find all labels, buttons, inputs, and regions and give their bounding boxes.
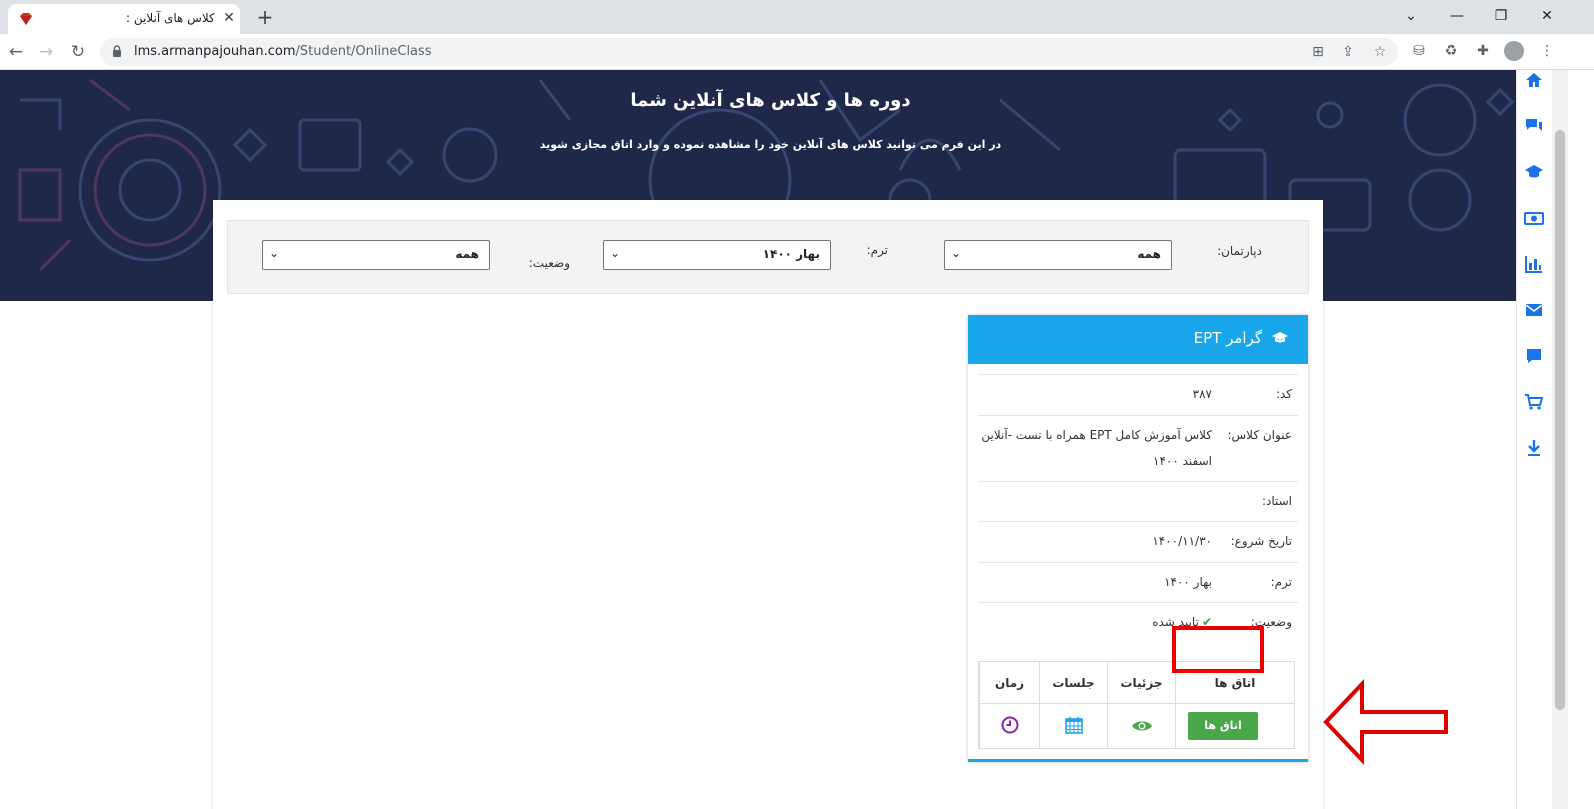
cart-icon[interactable] — [1524, 392, 1544, 412]
sessions-column: جلسات — [1039, 662, 1107, 748]
reload-button[interactable]: ↻ — [66, 40, 90, 64]
time-column: زمان — [979, 662, 1039, 748]
details-column: جزئیات — [1107, 662, 1175, 748]
address-bar[interactable]: lms.armanpajouhan.com/Student/OnlineClas… — [100, 38, 1398, 66]
time-cell — [980, 704, 1039, 748]
class-title-label: عنوان کلاس: — [1227, 428, 1292, 442]
tab-close-icon[interactable]: ✕ — [220, 9, 238, 27]
url-host: lms.armanpajouhan.com — [134, 44, 296, 59]
minimize-button[interactable]: — — [1444, 4, 1470, 28]
filter-bar: دپارتمان: همه ⌄ ترم: بهار ۱۴۰۰ ⌄ وضعیت: … — [227, 220, 1309, 294]
home-icon[interactable] — [1524, 70, 1544, 90]
pointer-arrow-icon — [1323, 678, 1448, 766]
close-window-button[interactable]: ✕ — [1534, 4, 1560, 28]
share-icon[interactable]: ⇪ — [1338, 42, 1358, 62]
department-label: دپارتمان: — [1217, 244, 1262, 258]
browser-toolbar: ← → ↻ lms.armanpajouhan.com/Student/Onli… — [0, 34, 1594, 70]
forward-button[interactable]: → — [34, 40, 58, 64]
term-select[interactable]: بهار ۱۴۰۰ ⌄ — [603, 240, 831, 270]
department-select[interactable]: همه ⌄ — [944, 240, 1172, 270]
rooms-cell: اتاق ها — [1176, 704, 1294, 748]
code-value: ۳۸۷ — [1192, 387, 1212, 401]
rooms-column: اتاق ها اتاق ها — [1175, 662, 1294, 748]
lock-icon — [113, 45, 121, 57]
tab-list-button[interactable]: ⌄ — [1398, 4, 1424, 28]
highlight-box — [1172, 626, 1264, 673]
time-header: زمان — [980, 662, 1039, 704]
right-sidebar — [1516, 70, 1550, 809]
sessions-cell — [1040, 704, 1107, 748]
tab-title: کلاس های آنلاین : — [126, 11, 215, 25]
puzzle-icon[interactable]: ✚ — [1472, 40, 1494, 62]
eye-icon[interactable] — [1131, 719, 1153, 733]
card-title: گرامر EPT — [1193, 329, 1262, 347]
extension-b-icon[interactable]: ♻ — [1440, 40, 1462, 62]
class-title-row: عنوان کلاس: کلاس آموزش کامل EPT همراه با… — [978, 415, 1298, 481]
page-subtitle: در این فرم می توانید کلاس های آنلاین خود… — [539, 138, 1002, 151]
menu-icon[interactable]: ⋮ — [1536, 40, 1558, 62]
class-title-value: کلاس آموزش کامل EPT همراه با تست -آنلاین… — [981, 428, 1212, 468]
actions-table: اتاق ها اتاق ها جزئیات جلسات زمان — [978, 661, 1295, 749]
term-row-label: ترم: — [1270, 575, 1292, 589]
url-path: /Student/OnlineClass — [295, 44, 432, 59]
star-icon[interactable]: ☆ — [1370, 42, 1390, 62]
extension-a-icon[interactable]: ⛁ — [1408, 40, 1430, 62]
code-label: کد: — [1275, 387, 1292, 401]
ruby-favicon-icon — [20, 13, 32, 25]
card-header: گرامر EPT — [968, 315, 1308, 364]
scrollbar-thumb[interactable] — [1555, 130, 1565, 710]
term-label: ترم: — [866, 243, 888, 257]
mail-icon[interactable] — [1524, 300, 1544, 320]
term-select-value: بهار ۱۴۰۰ — [762, 247, 820, 261]
graduation-cap-icon[interactable] — [1524, 162, 1544, 182]
department-select-value: همه — [1137, 247, 1161, 261]
translate-icon[interactable]: ⊞ — [1308, 42, 1328, 62]
term-row-value: بهار ۱۴۰۰ — [1164, 575, 1212, 589]
clock-icon[interactable] — [1001, 716, 1019, 734]
start-date-row: تاریخ شروع: ۱۴۰۰/۱۱/۳۰ — [978, 521, 1298, 562]
page-title: دوره ها و کلاس های آنلاین شما — [630, 90, 911, 111]
chevron-down-icon: ⌄ — [269, 246, 280, 260]
class-card: گرامر EPT کد: ۳۸۷ عنوان کلاس: کلاس آموزش… — [968, 315, 1308, 762]
profile-icon[interactable] — [1504, 41, 1524, 61]
teacher-row: استاد: — [978, 481, 1298, 521]
details-cell — [1108, 704, 1175, 748]
chevron-down-icon: ⌄ — [610, 246, 621, 260]
status-select[interactable]: همه ⌄ — [262, 240, 490, 270]
restore-button[interactable]: ❐ — [1488, 4, 1514, 28]
graduation-cap-icon — [1272, 332, 1288, 343]
bar-chart-icon[interactable] — [1524, 254, 1544, 274]
page-scrollbar[interactable] — [1552, 70, 1568, 809]
content-panel: دپارتمان: همه ⌄ ترم: بهار ۱۴۰۰ ⌄ وضعیت: … — [213, 200, 1323, 809]
new-tab-button[interactable]: + — [254, 6, 276, 28]
page-viewport: دوره ها و کلاس های آنلاین شما در این فرم… — [0, 70, 1541, 809]
browser-tab[interactable]: کلاس های آنلاین : ✕ — [8, 4, 240, 34]
status-label: وضعیت: — [528, 256, 570, 270]
sessions-header: جلسات — [1040, 662, 1107, 704]
url-text: lms.armanpajouhan.com/Student/OnlineClas… — [134, 44, 432, 59]
window-edge — [1568, 70, 1594, 809]
chat-icon[interactable] — [1524, 116, 1544, 136]
start-date-value: ۱۴۰۰/۱۱/۳۰ — [1152, 534, 1212, 548]
comment-icon[interactable] — [1524, 346, 1544, 366]
money-icon[interactable] — [1524, 208, 1544, 228]
details-header: جزئیات — [1108, 662, 1175, 704]
teacher-label: استاد: — [1261, 494, 1292, 508]
calendar-icon[interactable] — [1064, 715, 1084, 735]
back-button[interactable]: ← — [4, 40, 28, 64]
term-row: ترم: بهار ۱۴۰۰ — [978, 562, 1298, 602]
download-icon[interactable] — [1524, 438, 1544, 458]
start-date-label: تاریخ شروع: — [1230, 534, 1292, 548]
rooms-button[interactable]: اتاق ها — [1188, 712, 1258, 740]
chevron-down-icon: ⌄ — [951, 246, 962, 260]
code-row: کد: ۳۸۷ — [978, 374, 1298, 415]
browser-tab-strip: کلاس های آنلاین : ✕ + ⌄ — ❐ ✕ — [0, 0, 1594, 34]
status-select-value: همه — [455, 247, 479, 261]
